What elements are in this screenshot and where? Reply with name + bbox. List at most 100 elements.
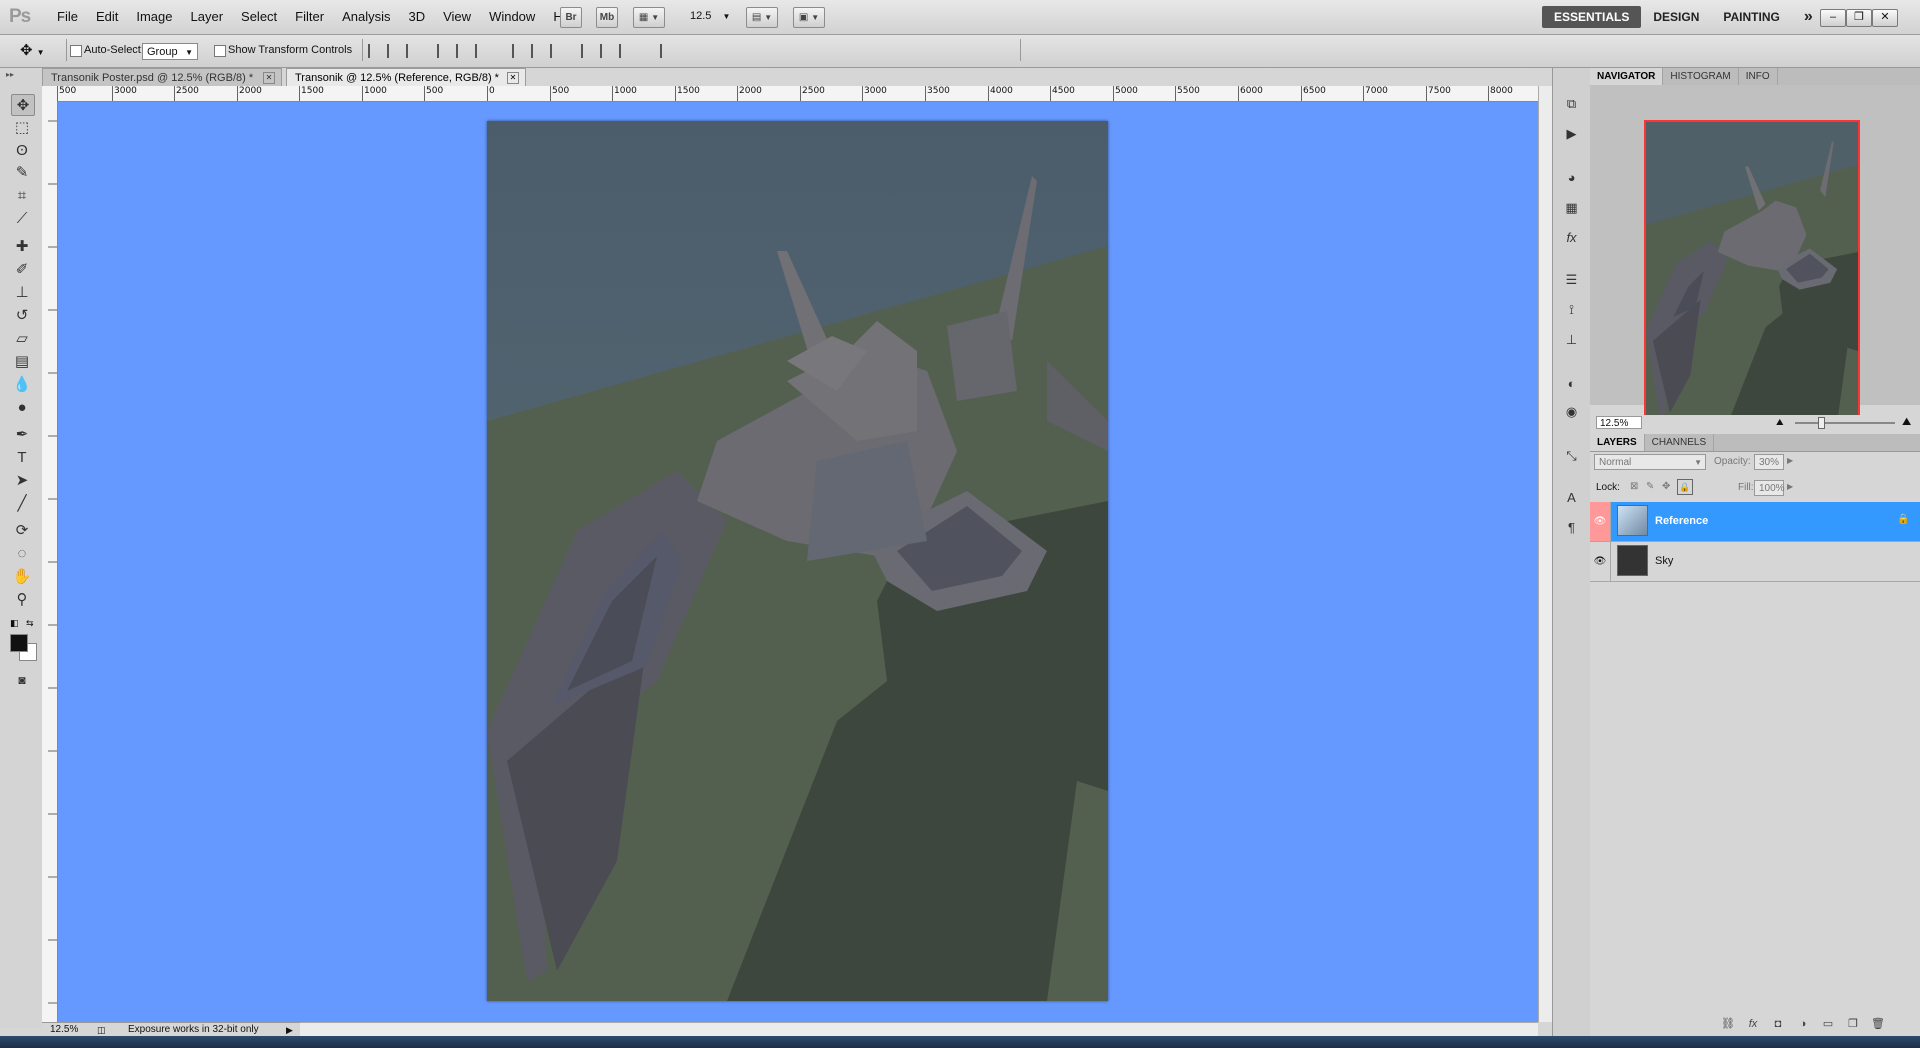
add-mask-icon[interactable]: ◘ [1770, 1016, 1786, 1032]
align-left-icon[interactable] [437, 44, 451, 58]
vertical-scrollbar[interactable] [1538, 86, 1552, 1022]
transform-icon[interactable]: ⤡ [1562, 446, 1581, 465]
3d-orbit-tool-icon[interactable]: ◌ [11, 543, 33, 563]
menu-layer[interactable]: Layer [182, 0, 233, 34]
menu-select[interactable]: Select [232, 0, 286, 34]
masks-icon[interactable]: ⟟ [1562, 300, 1581, 319]
lock-all-icon[interactable]: 🔒 [1677, 479, 1693, 495]
new-group-icon[interactable]: ▭ [1820, 1016, 1836, 1032]
link-layers-icon[interactable]: ⛓ [1720, 1016, 1736, 1032]
menu-window[interactable]: Window [480, 0, 544, 34]
close-icon[interactable]: ✕ [263, 72, 275, 84]
menu-filter[interactable]: Filter [286, 0, 333, 34]
quick-mask-icon[interactable]: ◙ [11, 670, 33, 690]
marquee-tool-icon[interactable]: ⬚ [11, 117, 33, 137]
minimize-button[interactable]: – [1820, 9, 1846, 27]
zoom-tool-icon[interactable]: ⚲ [11, 589, 33, 609]
pen-tool-icon[interactable]: ✒ [11, 424, 33, 444]
layer-style-icon[interactable]: fx [1745, 1016, 1761, 1032]
show-transform-checkbox[interactable] [214, 45, 226, 57]
character-icon[interactable]: A [1562, 488, 1581, 507]
zoom-slider-handle[interactable] [1818, 417, 1825, 429]
close-button[interactable]: ✕ [1872, 9, 1898, 27]
path-selection-tool-icon[interactable]: ➤ [11, 470, 33, 490]
navigator-zoom-field[interactable]: 12.5% [1596, 416, 1642, 429]
horizontal-scrollbar[interactable] [300, 1022, 1538, 1037]
distribute-left-icon[interactable] [581, 44, 595, 58]
document-canvas[interactable] [487, 121, 1108, 1001]
navigator-view-box[interactable] [1644, 120, 1860, 425]
tab-layers[interactable]: LAYERS [1590, 434, 1645, 451]
distribute-bottom-icon[interactable] [550, 44, 564, 58]
menu-view[interactable]: View [434, 0, 480, 34]
auto-select-dropdown[interactable]: Group ▼ [142, 43, 198, 60]
auto-select-checkbox[interactable] [70, 45, 82, 57]
new-layer-icon[interactable]: ❐ [1845, 1016, 1861, 1032]
workspace-painting[interactable]: PAINTING [1711, 6, 1791, 28]
status-info-icon[interactable]: ◫ [97, 1023, 106, 1037]
view-extras-dropdown[interactable]: ▦ ▼ [633, 7, 665, 28]
adjustment-layer-icon[interactable]: ◑ [1795, 1016, 1811, 1032]
align-vertical-center-icon[interactable] [387, 44, 401, 58]
styles-icon[interactable]: fx [1562, 228, 1581, 247]
opacity-arrow-icon[interactable]: ▶ [1787, 456, 1793, 465]
eraser-tool-icon[interactable]: ▱ [11, 328, 33, 348]
status-menu-arrow-icon[interactable]: ▶ [286, 1023, 293, 1037]
distribute-right-icon[interactable] [619, 44, 633, 58]
distribute-vertical-center-icon[interactable] [531, 44, 545, 58]
visibility-eye-icon[interactable]: 👁 [1590, 502, 1611, 541]
clone-stamp-tool-icon[interactable]: ⊥ [11, 282, 33, 302]
align-top-icon[interactable] [368, 44, 382, 58]
arrange-documents-dropdown[interactable]: ▤ ▼ [746, 7, 778, 28]
distribute-top-icon[interactable] [512, 44, 526, 58]
move-tool-preset-picker[interactable]: ✥ ▼ [20, 41, 45, 59]
visibility-eye-icon[interactable]: 👁 [1590, 542, 1611, 581]
align-right-icon[interactable] [475, 44, 489, 58]
swatches-icon[interactable]: ▦ [1562, 198, 1581, 217]
camera-icon[interactable]: ◉ [1562, 402, 1581, 421]
line-tool-icon[interactable]: ╱ [11, 493, 33, 513]
align-bottom-icon[interactable] [406, 44, 420, 58]
adjustments-icon[interactable]: ☰ [1562, 270, 1581, 289]
tab-transonik-reference[interactable]: Transonik @ 12.5% (Reference, RGB/8) * ✕ [286, 68, 526, 86]
mini-bridge-icon[interactable]: ⧉ [1562, 94, 1581, 113]
menu-file[interactable]: File [48, 0, 87, 34]
layer-row-sky[interactable]: 👁 Sky [1590, 542, 1920, 582]
3d-rotate-tool-icon[interactable]: ⟳ [11, 520, 33, 540]
blur-tool-icon[interactable]: 💧 [11, 374, 33, 394]
workspace-essentials[interactable]: ESSENTIALS [1542, 6, 1642, 28]
close-icon[interactable]: ✕ [507, 72, 519, 84]
zoom-out-icon[interactable]: ⛰ [1776, 417, 1784, 428]
fill-arrow-icon[interactable]: ▶ [1787, 482, 1793, 491]
color-icon[interactable]: ◕ [1562, 168, 1581, 187]
workspace-design[interactable]: DESIGN [1641, 6, 1711, 28]
lasso-tool-icon[interactable]: ʘ [11, 140, 33, 160]
tab-info[interactable]: INFO [1739, 68, 1778, 85]
menu-image[interactable]: Image [127, 0, 181, 34]
zoom-level-field[interactable]: 12.5 ▼ [690, 10, 730, 22]
menu-analysis[interactable]: Analysis [333, 0, 399, 34]
restore-button[interactable]: ❐ [1846, 9, 1872, 27]
align-horizontal-center-icon[interactable] [456, 44, 470, 58]
crop-tool-icon[interactable]: ⌗ [11, 185, 33, 205]
menu-3d[interactable]: 3D [399, 0, 434, 34]
3d-icon[interactable]: ◐ [1562, 374, 1581, 393]
lock-transparent-icon[interactable]: ⊠ [1630, 481, 1638, 492]
menu-edit[interactable]: Edit [87, 0, 127, 34]
lock-position-icon[interactable]: ✥ [1662, 481, 1670, 492]
lock-image-icon[interactable]: ✎ [1646, 481, 1654, 492]
quick-selection-tool-icon[interactable]: ✎ [11, 162, 33, 182]
blend-mode-dropdown[interactable]: Normal ▼ [1594, 454, 1706, 470]
hand-tool-icon[interactable]: ✋ [11, 566, 33, 586]
actions-icon[interactable]: ▶ [1562, 124, 1581, 143]
brush-tool-icon[interactable]: ✐ [11, 259, 33, 279]
zoom-slider[interactable] [1795, 422, 1895, 424]
tab-channels[interactable]: CHANNELS [1645, 434, 1715, 451]
tab-transonik-poster[interactable]: Transonik Poster.psd @ 12.5% (RGB/8) * ✕ [42, 68, 282, 86]
bridge-button[interactable]: Br [560, 7, 582, 28]
layer-row-reference[interactable]: 👁 Reference 🔒 [1590, 502, 1920, 542]
auto-align-layers-icon[interactable] [660, 44, 674, 58]
collapse-panel-icon[interactable]: ▸▸ [6, 70, 14, 79]
layer-name[interactable]: Reference [1655, 502, 1708, 541]
move-tool-icon[interactable]: ✥ [11, 94, 35, 116]
